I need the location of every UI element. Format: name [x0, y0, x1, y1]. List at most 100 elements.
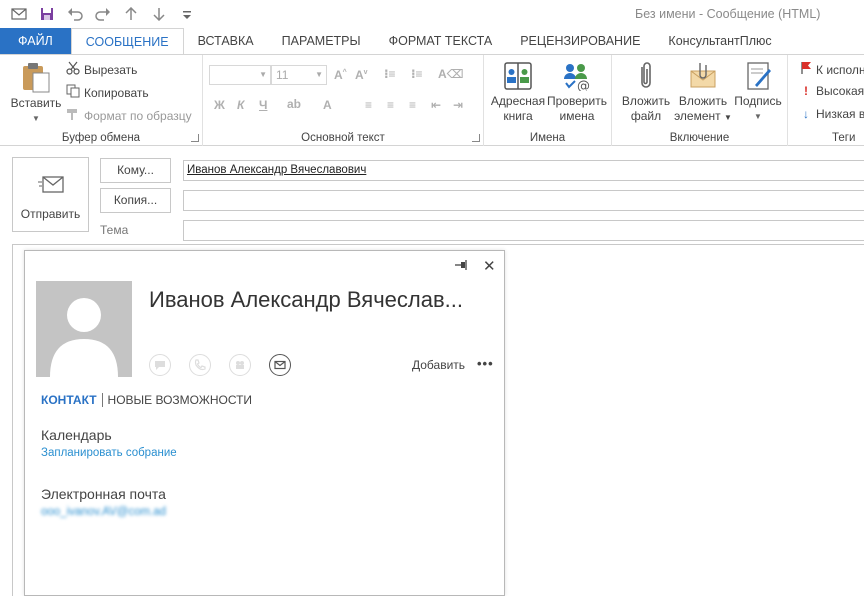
address-book-label-2: книга — [503, 109, 533, 123]
pin-icon[interactable] — [454, 259, 468, 274]
followup-button[interactable]: К исполн — [800, 61, 864, 78]
tab-message[interactable]: СООБЩЕНИЕ — [70, 28, 184, 54]
tab-format-text[interactable]: ФОРМАТ ТЕКСТА — [375, 28, 507, 54]
bullets-icon[interactable]: ⁝≡ — [384, 67, 396, 81]
increase-indent-icon[interactable]: ⇥ — [453, 98, 463, 112]
decrease-indent-icon[interactable]: ⇤ — [431, 98, 441, 112]
calendar-label: Календарь — [41, 427, 112, 443]
chevron-down-icon: ▼ — [259, 70, 267, 79]
tab-file[interactable]: ФАЙЛ — [0, 28, 71, 54]
title-bar: Без имени - Сообщение (HTML) — [0, 0, 864, 28]
svg-text:@: @ — [577, 79, 590, 91]
basic-text-group-label: Основной текст — [301, 132, 385, 144]
add-contact-button[interactable]: Добавить — [412, 358, 465, 372]
grow-font-icon[interactable]: A^ — [334, 68, 347, 82]
format-painter-button[interactable]: Формат по образцу — [66, 107, 192, 124]
contact-actions — [149, 354, 291, 376]
align-right-icon[interactable]: ≡ — [409, 98, 416, 112]
paste-icon — [21, 61, 51, 93]
exclamation-icon: ! — [804, 84, 808, 98]
align-left-icon[interactable]: ≡ — [365, 98, 372, 112]
font-color-icon[interactable]: A — [323, 98, 332, 112]
check-names-label-1: Проверить — [546, 94, 607, 108]
address-book-button[interactable]: Адресная книга — [489, 61, 547, 124]
copy-label: Копировать — [84, 85, 149, 100]
names-group: Адресная книга @ Проверить имена Имена — [484, 55, 612, 146]
undo-icon[interactable] — [64, 5, 86, 23]
check-names-label-2: имена — [559, 109, 595, 123]
ribbon: Вставить ▼ Вырезать Копировать Формат по… — [0, 54, 864, 146]
subject-label: Тема — [100, 223, 129, 237]
tab-contact[interactable]: КОНТАКТ — [41, 393, 103, 407]
font-size-value: 11 — [276, 68, 289, 82]
email-icon[interactable] — [269, 354, 291, 376]
paste-label: Вставить — [10, 96, 62, 110]
save-icon[interactable] — [36, 5, 58, 23]
numbering-icon[interactable]: ⁝≡ — [411, 67, 423, 81]
paste-button[interactable]: Вставить ▼ — [8, 61, 64, 126]
close-icon[interactable]: ✕ — [483, 257, 496, 275]
chat-icon[interactable] — [149, 354, 171, 376]
schedule-meeting-link[interactable]: Запланировать собрание — [41, 447, 177, 459]
email-label: Электронная почта — [41, 486, 166, 502]
basic-text-launcher-icon[interactable] — [472, 134, 480, 142]
copy-button[interactable]: Копировать — [66, 84, 149, 101]
outlook-icon[interactable] — [8, 5, 30, 23]
send-label: Отправить — [20, 207, 81, 221]
low-importance-button[interactable]: ↓ Низкая в — [800, 107, 864, 121]
phone-icon[interactable] — [189, 354, 211, 376]
attach-file-button[interactable]: Вложить файл — [618, 61, 674, 124]
format-painter-icon — [66, 107, 80, 124]
more-options-button[interactable]: ••• — [477, 356, 494, 371]
down-arrow-icon[interactable] — [148, 5, 170, 23]
font-name-combo[interactable]: ▼ — [209, 65, 271, 85]
clear-formatting-icon[interactable]: A⌫ — [438, 67, 464, 81]
email-address-link[interactable]: ооо_ivanov.AV@com.ad — [41, 506, 166, 518]
to-button[interactable]: Кому... — [100, 158, 171, 183]
shrink-font-icon[interactable]: Av — [355, 68, 368, 82]
names-group-label: Имена — [529, 132, 566, 144]
customize-icon[interactable] — [176, 5, 198, 23]
person-silhouette-icon — [50, 298, 118, 377]
chevron-down-icon: ▼ — [315, 70, 323, 79]
quick-access-toolbar — [8, 5, 198, 23]
clipboard-launcher-icon[interactable] — [191, 134, 199, 142]
underline-button[interactable]: Ч — [259, 98, 267, 112]
high-importance-button[interactable]: ! Высокая — [800, 84, 864, 98]
signature-dropdown-icon[interactable]: ▼ — [730, 109, 786, 124]
window-title: Без имени - Сообщение (HTML) — [635, 7, 821, 21]
paste-dropdown-icon[interactable]: ▼ — [8, 111, 64, 126]
ribbon-tabs: ФАЙЛ СООБЩЕНИЕ ВСТАВКА ПАРАМЕТРЫ ФОРМАТ … — [0, 28, 864, 54]
subject-field[interactable] — [183, 220, 864, 241]
check-names-button[interactable]: @ Проверить имена — [546, 61, 608, 124]
tab-insert[interactable]: ВСТАВКА — [184, 28, 268, 54]
bold-button[interactable]: Ж — [214, 98, 225, 112]
highlight-icon[interactable]: ab — [287, 97, 301, 111]
up-arrow-icon[interactable] — [120, 5, 142, 23]
send-button[interactable]: Отправить — [12, 157, 89, 232]
video-icon[interactable] — [229, 354, 251, 376]
recipient-name[interactable]: Иванов Александр Вячеславович — [187, 164, 366, 176]
italic-button[interactable]: К — [237, 98, 244, 112]
redo-icon[interactable] — [92, 5, 114, 23]
tab-consultantplus[interactable]: КонсультантПлюс — [654, 28, 785, 54]
contact-tabs: КОНТАКТ НОВЫЕ ВОЗМОЖНОСТИ — [41, 393, 252, 407]
align-center-icon[interactable]: ≡ — [387, 98, 394, 112]
low-importance-label: Низкая в — [816, 107, 864, 121]
tags-group-label: Теги — [832, 132, 856, 144]
cc-field[interactable] — [183, 190, 864, 211]
tab-review[interactable]: РЕЦЕНЗИРОВАНИЕ — [506, 28, 654, 54]
to-field[interactable]: Иванов Александр Вячеславович — [183, 160, 864, 181]
tab-options[interactable]: ПАРАМЕТРЫ — [268, 28, 375, 54]
include-group-label: Включение — [669, 132, 730, 144]
signature-button[interactable]: Подпись ▼ — [730, 61, 786, 124]
font-size-combo[interactable]: 11 ▼ — [271, 65, 327, 85]
tab-whats-new[interactable]: НОВЫЕ ВОЗМОЖНОСТИ — [103, 393, 253, 407]
attach-item-button[interactable]: Вложить элемент ▼ — [673, 61, 733, 125]
scissors-icon — [66, 61, 80, 78]
down-arrow-icon: ↓ — [803, 107, 809, 121]
contact-name: Иванов Александр Вячеслав... — [149, 287, 463, 312]
address-book-icon — [503, 61, 533, 91]
cc-button[interactable]: Копия... — [100, 188, 171, 213]
cut-button[interactable]: Вырезать — [66, 61, 137, 78]
